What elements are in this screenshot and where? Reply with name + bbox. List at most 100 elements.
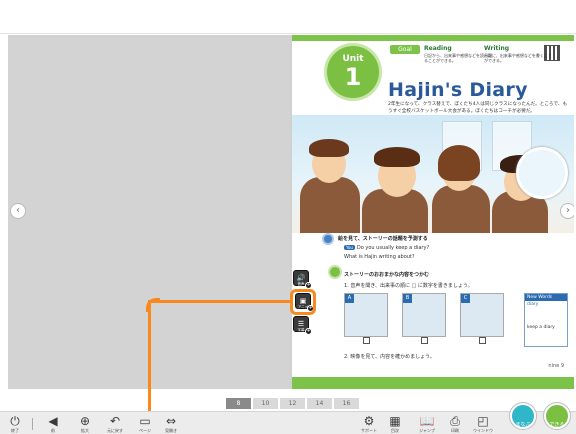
page-bottom-band xyxy=(292,377,574,389)
page-tab[interactable]: 14 xyxy=(307,398,332,409)
previous-label: 前 xyxy=(51,428,55,433)
callout-line-corner xyxy=(146,298,160,312)
undo-label: 元に戻す xyxy=(107,428,123,433)
subtitle-badge-icon: + xyxy=(305,328,312,335)
student-3 xyxy=(432,185,490,233)
window-icon: ◰ xyxy=(477,414,489,428)
done-button[interactable]: できる xyxy=(544,403,570,429)
zoom-button[interactable]: ⊕ 拡大 xyxy=(74,414,96,434)
page-tab[interactable]: 16 xyxy=(334,398,359,409)
undo-icon: ↶ xyxy=(109,414,121,428)
subtitle-icon: ☰ xyxy=(297,320,305,328)
subtitle-button[interactable]: ☰ 字幕 + xyxy=(293,316,312,335)
callout-line-horizontal xyxy=(148,300,292,303)
page-top-band xyxy=(292,35,574,41)
window-label: ウインドウ xyxy=(473,428,493,433)
power-button[interactable]: ⏻ 終了 xyxy=(4,414,26,434)
print-icon: ⎙ xyxy=(450,414,460,428)
page-label: ページ xyxy=(139,428,151,433)
undo-button[interactable]: ↶ 元に戻す xyxy=(104,414,126,434)
frame-label: C xyxy=(461,294,470,303)
order-checkbox[interactable] xyxy=(479,337,486,344)
prev-page-arrow-icon[interactable]: ‹ xyxy=(10,203,26,219)
page-tab[interactable]: 12 xyxy=(280,398,305,409)
listen-icon xyxy=(328,265,342,279)
top-bar xyxy=(0,0,576,34)
support-label: サポート xyxy=(361,428,377,433)
done-label: できる xyxy=(549,422,565,428)
task-heading: ストーリーのおおまかな内容をつかむ xyxy=(344,272,430,278)
student-2-hair xyxy=(374,147,420,167)
jump-button[interactable]: 📖 ジャンプ xyxy=(416,414,438,434)
task-1: 1. 音声を聞き、出来事の順に □ に数字を書きましょう。 xyxy=(344,283,473,289)
toolbar-divider xyxy=(32,418,33,430)
unit-badge: Unit 1 xyxy=(324,43,382,101)
question-1: You Do you usually keep a diary? xyxy=(344,245,429,251)
page-tab[interactable]: 8 xyxy=(226,398,251,409)
grid-icon: ▦ xyxy=(389,414,401,428)
textbook-page: Unit 1 Goal Reading 日記から、出来事や感想などを読み取ること… xyxy=(292,35,574,389)
task-2: 2. 映像を見て、内容を確かめましょう。 xyxy=(344,354,435,360)
frame-label: A xyxy=(345,294,354,303)
callout-highlight xyxy=(290,289,316,315)
spread-button[interactable]: ⇔ 見開き xyxy=(160,414,182,434)
contents-label: 目次 xyxy=(391,428,399,433)
order-checkbox[interactable] xyxy=(421,337,428,344)
next-page-arrow-icon[interactable]: › xyxy=(560,203,574,219)
audio-button[interactable]: 🔊 音声 + xyxy=(293,270,312,289)
window-button[interactable]: ◰ ウインドウ xyxy=(472,414,494,434)
book-icon: 📖 xyxy=(419,414,435,428)
previous-icon: ◀ xyxy=(48,414,58,428)
new-word: diary xyxy=(527,302,539,307)
page-tab[interactable]: 10 xyxy=(253,398,278,409)
jump-label: ジャンプ xyxy=(419,428,435,433)
print-button[interactable]: ⎙ 印刷 xyxy=(444,414,466,434)
learn-label: まなぶ xyxy=(515,422,531,428)
lesson-subtitle: 2年生になって、クラス替えで、ぼくたち4人は同じクラスになったんだ。ところで、も… xyxy=(388,102,568,114)
lesson-title: Hajin's Diary xyxy=(388,79,528,101)
bottom-toolbar: ⏻ 終了 ◀ 前 ⊕ 拡大 ↶ 元に戻す ▭ ページ ⇔ 見開き ⚙ サポート ▦ 目次 📖 ジャ… xyxy=(0,411,576,434)
new-words-box: New Words diary keep a diary xyxy=(524,293,568,347)
predict-icon xyxy=(322,233,334,245)
student-1-hair xyxy=(309,139,349,157)
goal-writing-title: Writing xyxy=(484,45,510,52)
qr-code-icon[interactable] xyxy=(544,45,560,61)
page-icon: ▭ xyxy=(139,414,151,428)
goal-reading-title: Reading xyxy=(424,45,452,52)
book-viewer: ‹ Unit 1 Goal Reading 日記から、出来事や感想などを読み取る… xyxy=(8,35,574,389)
order-checkbox[interactable] xyxy=(363,337,370,344)
new-phrase: keep a diary xyxy=(527,325,555,330)
new-words-heading: New Words xyxy=(525,294,567,301)
student-1 xyxy=(300,177,360,233)
zoom-label: 拡大 xyxy=(81,428,89,433)
spread-icon: ⇔ xyxy=(165,414,177,428)
you-tag: You xyxy=(344,245,355,250)
story-frame-b: B xyxy=(402,293,446,344)
question-1-text: Do you usually keep a diary? xyxy=(356,245,430,251)
zoom-icon: ⊕ xyxy=(79,414,91,428)
learn-button[interactable]: まなぶ xyxy=(510,403,536,429)
contents-button[interactable]: ▦ 目次 xyxy=(384,414,406,434)
page-number: nine 9 xyxy=(548,363,564,369)
support-button[interactable]: ⚙ サポート xyxy=(358,414,380,434)
print-label: 印刷 xyxy=(451,428,459,433)
story-frame-c: C xyxy=(460,293,504,344)
page-button[interactable]: ▭ ページ xyxy=(134,414,156,434)
speaker-icon: 🔊 xyxy=(296,274,306,282)
student-3-hair xyxy=(438,145,480,181)
page-strip: 8 10 12 14 16 xyxy=(226,398,359,409)
previous-button[interactable]: ◀ 前 xyxy=(42,414,64,434)
audio-badge-icon: + xyxy=(305,282,312,289)
goal-tag: Goal xyxy=(390,45,420,54)
page-label: nine xyxy=(548,363,560,369)
frame-label: B xyxy=(403,294,412,303)
page-number-value: 9 xyxy=(560,363,564,369)
power-label: 終了 xyxy=(11,428,19,433)
spread-label: 見開き xyxy=(165,428,177,433)
question-heading: 絵を見て、ストーリーの話題を予測する xyxy=(338,236,428,242)
story-frame-a: A xyxy=(344,293,388,344)
unit-number: 1 xyxy=(344,63,362,91)
diary-inset-image xyxy=(516,147,568,199)
power-icon: ⏻ xyxy=(10,414,20,428)
settings-icon: ⚙ xyxy=(363,414,375,428)
